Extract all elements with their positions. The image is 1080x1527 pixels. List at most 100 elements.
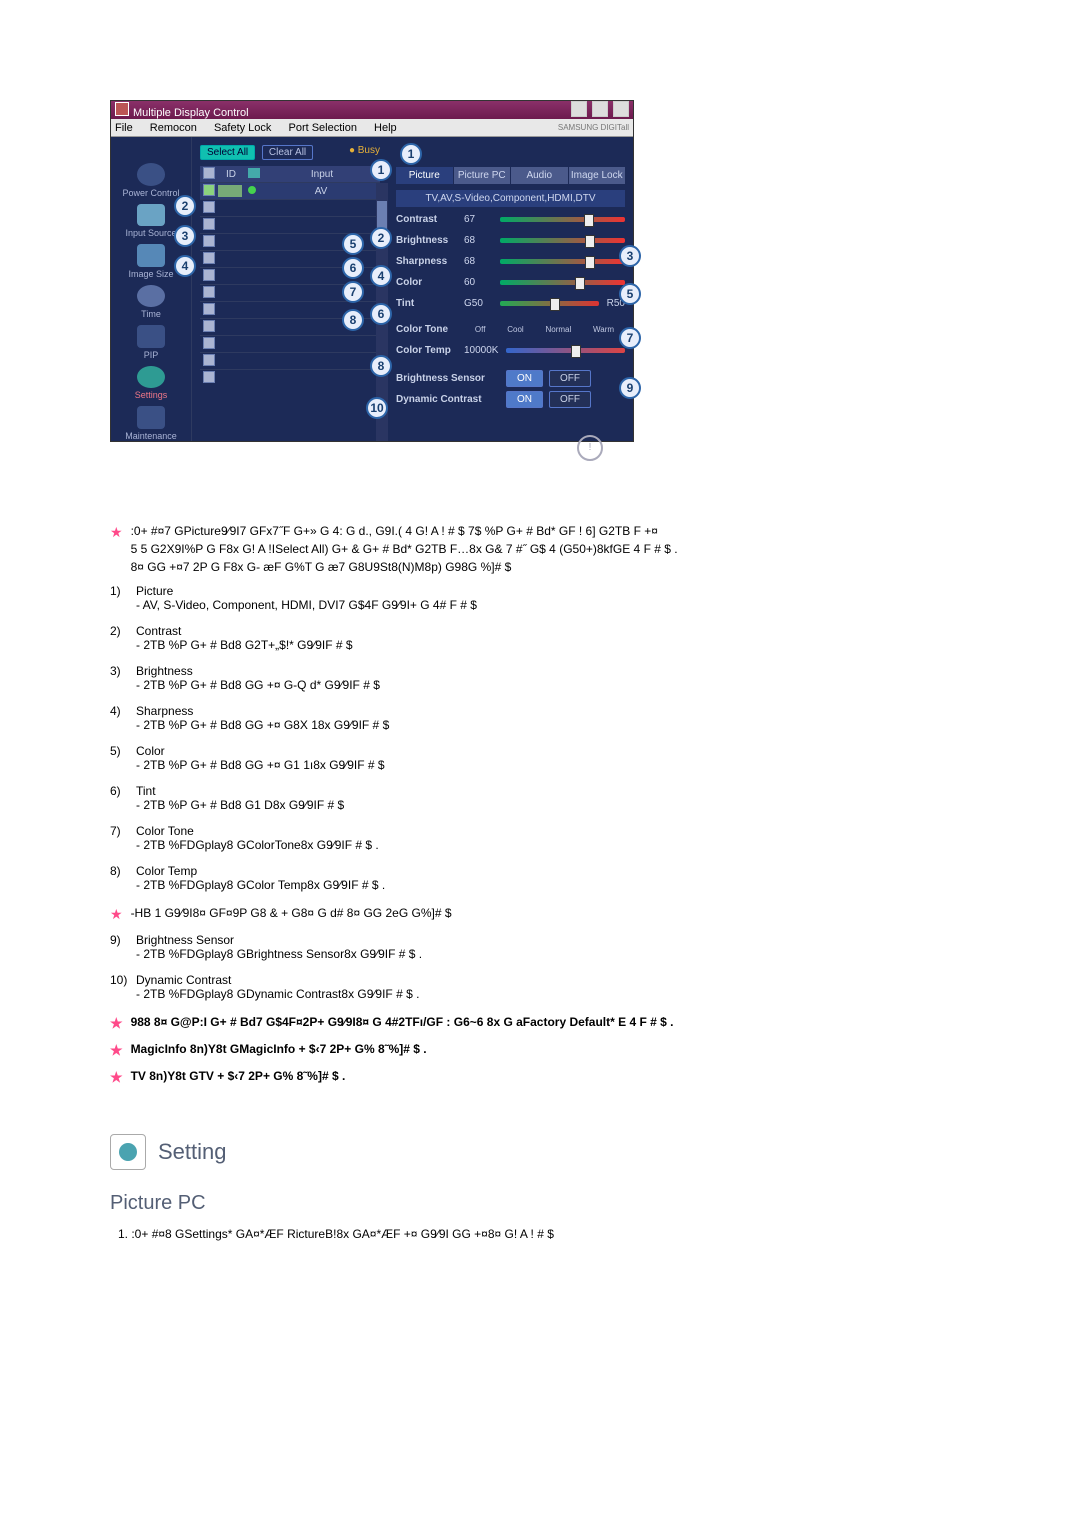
list-item: 1)Picture- AV, S-Video, Component, HDMI,…: [110, 584, 1010, 612]
row-checkbox[interactable]: [203, 371, 215, 383]
dynamic-on[interactable]: ON: [506, 391, 543, 408]
row-checkbox[interactable]: [203, 303, 215, 315]
maximize-icon[interactable]: [592, 101, 608, 117]
row-checkbox[interactable]: [203, 354, 215, 366]
star2: 988 8¤ G@P:I G+ # Bd7 G$4F¤2P+ G9⁄9I8¤ G…: [131, 1013, 674, 1031]
sidebar-power[interactable]: Power Control: [122, 188, 179, 198]
row-checkbox[interactable]: [203, 269, 215, 281]
brightsensor-off[interactable]: OFF: [549, 370, 591, 387]
table-row[interactable]: [200, 199, 380, 216]
tone-warm[interactable]: Warm: [593, 325, 614, 334]
star3: MagicInfo 8n)Y8t GMagicInfo + $‹7 2P+ G%…: [131, 1040, 427, 1058]
check-all[interactable]: [203, 167, 215, 179]
list-item: 6)Tint- 2TB %P G+ # Bd8 G1 D8x G9⁄9IF # …: [110, 784, 1010, 812]
star-icon: ★: [110, 522, 123, 543]
star1-l2: 5 5 G2X9I%P G F8x G! A !ISelect All) G+ …: [131, 540, 678, 558]
callout-mid-5: 5: [342, 233, 364, 255]
tint-label: Tint: [396, 298, 464, 309]
sidebar-maint[interactable]: Maintenance: [125, 431, 177, 441]
tone-cool[interactable]: Cool: [507, 325, 523, 334]
power-icon[interactable]: [137, 163, 165, 186]
sidebar-time[interactable]: Time: [141, 309, 161, 319]
col-id: ID: [218, 169, 244, 180]
contrast-label: Contrast: [396, 214, 464, 225]
mdc-window: Multiple Display Control File Remocon Sa…: [110, 100, 634, 442]
col-status-icon: [248, 168, 260, 178]
table-row[interactable]: [200, 352, 380, 369]
app-icon: [115, 102, 129, 116]
sharpness-label: Sharpness: [396, 256, 464, 267]
menu-safetylock[interactable]: Safety Lock: [214, 122, 271, 134]
list-item: 7)Color Tone- 2TB %FDGplay8 GColorTone8x…: [110, 824, 1010, 852]
sub-title: Picture PC: [110, 1192, 1010, 1215]
sidebar-pip[interactable]: PIP: [144, 350, 159, 360]
callout-r7: 7: [619, 327, 641, 349]
row-checkbox[interactable]: [203, 320, 215, 332]
numbered-list-2: 9)Brightness Sensor- 2TB %FDGplay8 GBrig…: [110, 933, 1010, 1001]
row-checkbox[interactable]: [203, 252, 215, 264]
info-icon: !: [577, 435, 603, 461]
clear-all-button[interactable]: Clear All: [262, 145, 313, 160]
tone-normal[interactable]: Normal: [545, 325, 571, 334]
row-checkbox[interactable]: [203, 218, 215, 230]
brand-label: SAMSUNG DIGITall: [558, 123, 629, 132]
pip-icon[interactable]: [137, 325, 165, 348]
sidebar-input[interactable]: Input Source: [125, 228, 176, 238]
row-checkbox[interactable]: [203, 286, 215, 298]
dynamic-off[interactable]: OFF: [549, 391, 591, 408]
row-checkbox[interactable]: [203, 201, 215, 213]
sidebar-settings[interactable]: Settings: [135, 390, 168, 400]
menu-portselection[interactable]: Port Selection: [288, 122, 356, 134]
callout-r3: 3: [619, 245, 641, 267]
menu-remocon[interactable]: Remocon: [150, 122, 197, 134]
tint-slider[interactable]: [500, 301, 599, 306]
maintenance-icon[interactable]: [137, 406, 165, 429]
tab-picture[interactable]: Picture: [396, 167, 453, 184]
tone-off[interactable]: Off: [475, 325, 486, 334]
table-row[interactable]: [200, 369, 380, 386]
callout-r9: 9: [619, 377, 641, 399]
row-checkbox[interactable]: [203, 235, 215, 247]
col-input: Input: [264, 169, 380, 180]
table-row[interactable]: [200, 216, 380, 233]
tab-audio[interactable]: Audio: [511, 167, 568, 184]
brightness-slider[interactable]: [500, 238, 625, 243]
star1-l1: :0+ #¤7 GPicture9⁄9I7 GFx7˝F G+» G 4: G …: [131, 522, 678, 540]
color-slider[interactable]: [500, 280, 625, 285]
star4: TV 8n)Y8t GTV + $‹7 2P+ G% 8˜%]# $ .: [131, 1067, 346, 1085]
image-icon[interactable]: [137, 244, 165, 267]
sidebar: Power Control Input Source Image Size Ti…: [111, 137, 192, 441]
body-text: ★ :0+ #¤7 GPicture9⁄9I7 GFx7˝F G+» G 4: …: [110, 522, 1010, 1241]
contrast-slider[interactable]: [500, 217, 625, 222]
tab-picturepc[interactable]: Picture PC: [454, 167, 511, 184]
list-item: 2)Contrast- 2TB %P G+ # Bd8 G2T+„$!* G9⁄…: [110, 624, 1010, 652]
colortemp-slider[interactable]: [506, 348, 625, 353]
row-checkbox[interactable]: [203, 184, 215, 196]
close-icon[interactable]: [613, 101, 629, 117]
picture-subheader: TV,AV,S-Video,Component,HDMI,DTV: [396, 190, 625, 207]
table-row[interactable]: AV: [200, 182, 380, 199]
brightness-label: Brightness: [396, 235, 464, 246]
tab-imagelock[interactable]: Image Lock: [569, 167, 626, 184]
menu-file[interactable]: File: [115, 122, 133, 134]
callout-mid-6: 6: [342, 257, 364, 279]
colortone-options[interactable]: Off Cool Normal Warm: [464, 325, 625, 334]
callout-r4: 4: [370, 265, 392, 287]
colortemp-label: Color Temp: [396, 345, 464, 356]
sidebar-image[interactable]: Image Size: [128, 269, 173, 279]
table-row[interactable]: [200, 335, 380, 352]
busy-indicator: Busy: [349, 145, 380, 156]
brightsensor-on[interactable]: ON: [506, 370, 543, 387]
star1-l3: 8¤ GG +¤7 2P G F8x G- æF G%T G æ7 G8U9St…: [131, 558, 678, 576]
sharpness-slider[interactable]: [500, 259, 625, 264]
source-icon[interactable]: [137, 204, 165, 227]
row-checkbox[interactable]: [203, 337, 215, 349]
time-icon[interactable]: [137, 285, 165, 308]
callout-r6: 6: [370, 303, 392, 325]
minimize-icon[interactable]: [571, 101, 587, 117]
settings-icon[interactable]: [137, 366, 165, 389]
star-mid: -HB 1 G9⁄9I8¤ GF¤9P G8 & + G8¤ G d# 8¤ G…: [131, 904, 452, 922]
select-all-button[interactable]: Select All: [200, 145, 255, 160]
menu-help[interactable]: Help: [374, 122, 397, 134]
menu-bar: File Remocon Safety Lock Port Selection …: [111, 119, 633, 137]
